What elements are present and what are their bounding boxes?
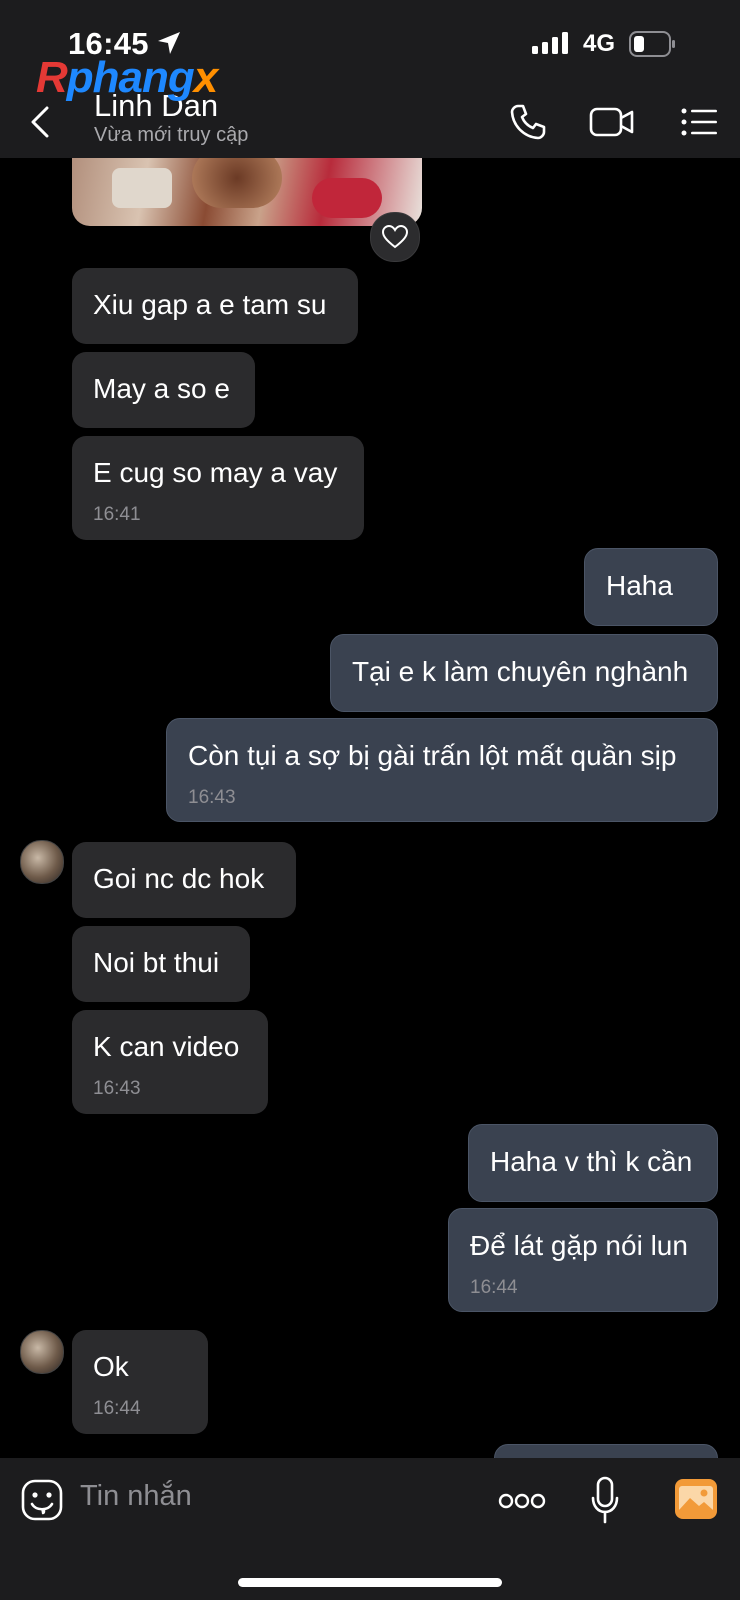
message-text: Goi nc dc hok [93, 863, 265, 894]
message-text: E cug so may a vay [93, 457, 338, 488]
message-text: Xiu gap a e tam su [93, 289, 327, 320]
video-camera-icon [589, 107, 634, 137]
composer-bar [0, 1458, 740, 1600]
like-button[interactable] [370, 212, 420, 262]
message-bubble-outgoing[interactable]: Để lát gặp nói lun 16:44 [448, 1208, 718, 1312]
message-bubble-incoming[interactable]: E cug so may a vay 16:41 [72, 436, 364, 540]
message-text: Haha v thì k cần [490, 1146, 693, 1177]
voice-button[interactable] [590, 1476, 620, 1526]
chevron-left-icon [31, 106, 49, 138]
message-text: Tại e k làm chuyên nghành [352, 656, 689, 687]
message-text: Để lát gặp nói lun [470, 1230, 688, 1261]
phone-icon [510, 104, 546, 140]
message-text: Haha [606, 570, 673, 601]
network-label: 4G [583, 30, 616, 57]
list-icon [681, 108, 717, 136]
message-bubble-outgoing[interactable]: Haha v thì k cần [468, 1124, 718, 1202]
message-time: 16:44 [93, 1398, 141, 1419]
menu-button[interactable] [676, 98, 724, 146]
gallery-button[interactable] [674, 1478, 718, 1520]
message-bubble-incoming[interactable]: Ok 16:44 [72, 1330, 208, 1434]
message-text: Ok [93, 1351, 129, 1382]
image-message[interactable] [72, 158, 422, 226]
message-time: 16:43 [93, 1078, 141, 1099]
battery-icon [629, 31, 675, 57]
message-text: K can video [93, 1031, 240, 1062]
message-bubble-incoming[interactable]: K can video 16:43 [72, 1010, 268, 1114]
message-text: Noi bt thui [93, 947, 220, 978]
image-icon [675, 1479, 717, 1519]
message-text: May a so e [93, 373, 230, 404]
message-bubble-outgoing[interactable]: Haha [584, 548, 718, 626]
signal-icon [532, 32, 568, 54]
message-bubble-outgoing[interactable]: Còn tụi a sợ bị gài trấn lột mất quần sị… [166, 718, 718, 822]
sticker-button[interactable] [20, 1478, 64, 1522]
message-bubble-incoming[interactable]: Goi nc dc hok [72, 842, 296, 918]
heart-icon [382, 225, 408, 249]
home-indicator[interactable] [238, 1578, 502, 1587]
message-time: 16:41 [93, 504, 141, 525]
contact-avatar[interactable] [20, 1330, 64, 1374]
message-text: Còn tụi a sợ bị gài trấn lột mất quần sị… [188, 740, 677, 771]
microphone-icon [591, 1476, 619, 1524]
watermark-logo: Rphangx [36, 53, 218, 102]
sticker-icon [21, 1479, 63, 1521]
message-bubble-incoming[interactable]: May a so e [72, 352, 255, 428]
message-bubble-outgoing[interactable]: Tại e k làm chuyên nghành [330, 634, 718, 712]
message-bubble-incoming[interactable]: Xiu gap a e tam su [72, 268, 358, 344]
contact-status: Vừa mới truy cập [94, 124, 249, 146]
message-time: 16:43 [188, 787, 236, 808]
contact-avatar[interactable] [20, 840, 64, 884]
message-input[interactable] [80, 1480, 460, 1513]
more-icon [498, 1493, 546, 1509]
more-button[interactable] [498, 1488, 546, 1514]
message-time: 16:44 [470, 1277, 518, 1298]
back-button[interactable] [22, 102, 58, 142]
video-call-button[interactable] [588, 98, 636, 146]
call-button[interactable] [504, 98, 552, 146]
message-bubble-incoming[interactable]: Noi bt thui [72, 926, 250, 1002]
